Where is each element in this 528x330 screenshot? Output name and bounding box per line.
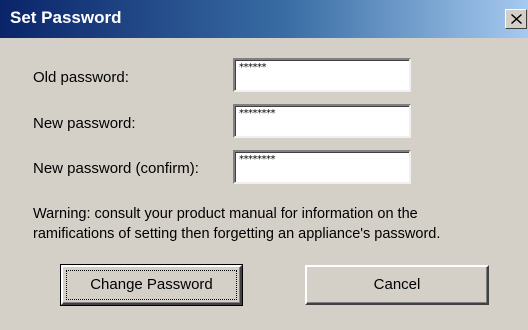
- cancel-button[interactable]: Cancel: [305, 265, 489, 305]
- close-icon: [511, 14, 522, 24]
- new-password-label: New password:: [33, 115, 136, 132]
- set-password-dialog: Set Password Old password: ****** New pa…: [0, 0, 528, 330]
- old-password-field[interactable]: ******: [233, 58, 411, 92]
- old-password-label: Old password:: [33, 69, 129, 86]
- confirm-password-field[interactable]: ********: [233, 150, 411, 184]
- warning-line-1: Warning: consult your product manual for…: [33, 206, 418, 222]
- confirm-password-label: New password (confirm):: [33, 160, 199, 177]
- warning-text: Warning: consult your product manual for…: [33, 204, 525, 244]
- change-password-button[interactable]: Change Password: [60, 264, 243, 306]
- warning-line-2: ramifications of setting then forgetting…: [33, 226, 441, 242]
- new-password-value: ********: [239, 108, 276, 119]
- window-title: Set Password: [10, 8, 122, 27]
- confirm-password-value: ********: [239, 154, 276, 165]
- title-bar: Set Password: [0, 0, 528, 38]
- old-password-value: ******: [239, 62, 267, 73]
- new-password-field[interactable]: ********: [233, 104, 411, 138]
- close-button[interactable]: [505, 9, 527, 29]
